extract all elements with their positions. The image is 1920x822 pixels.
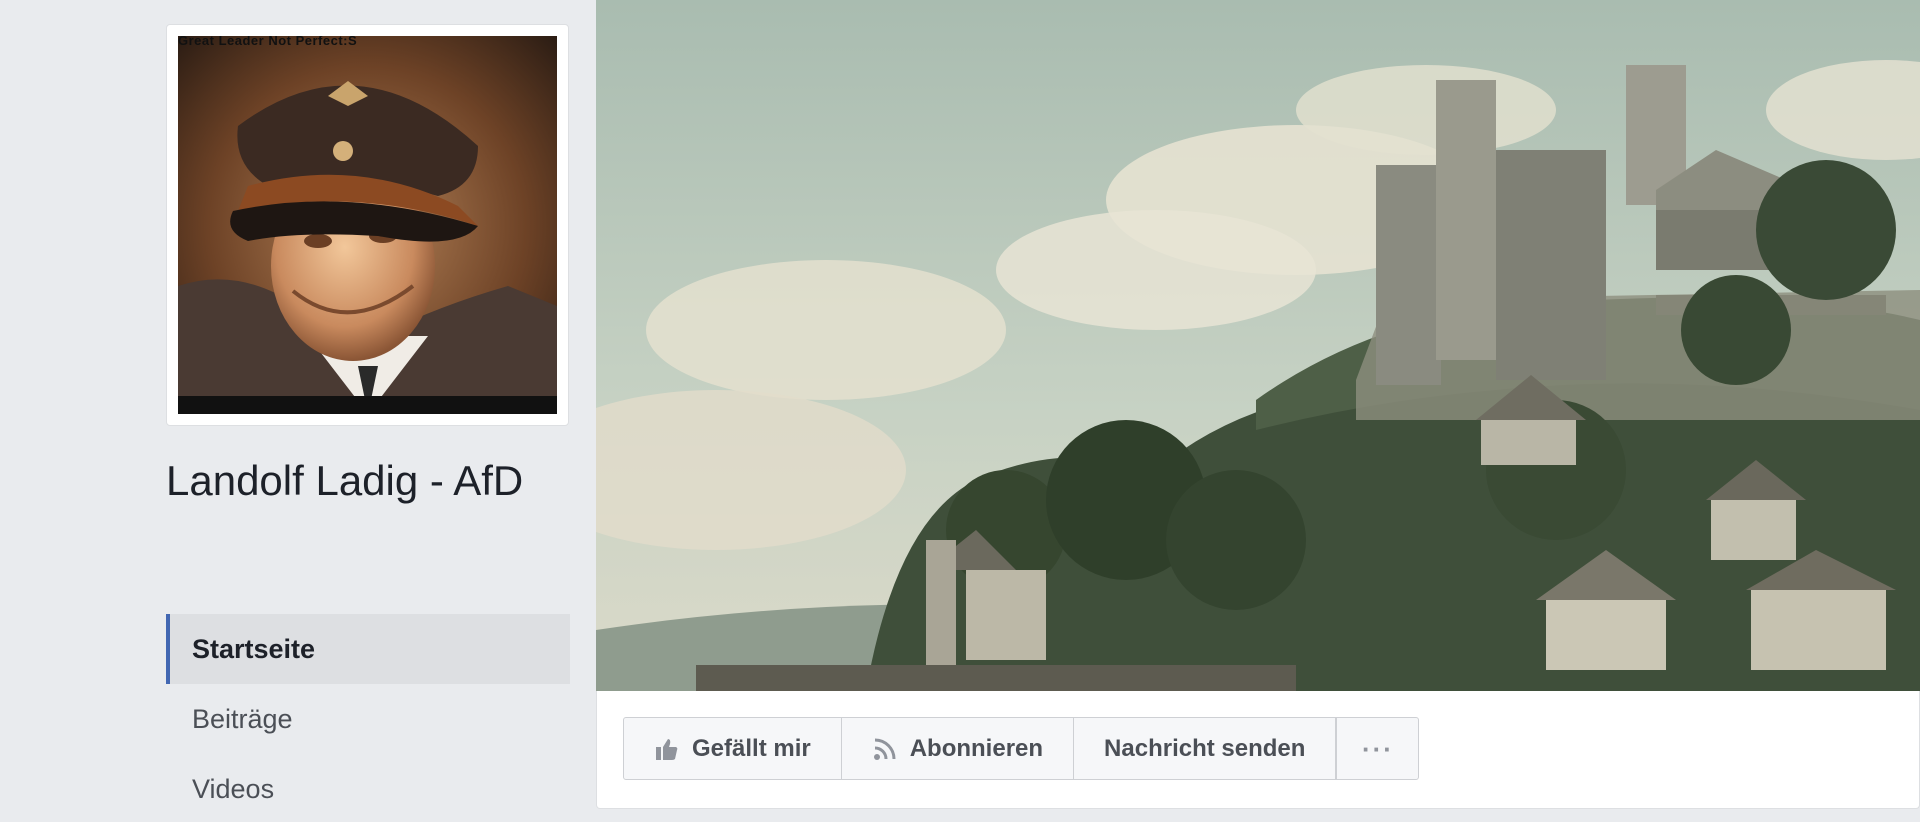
like-button[interactable]: Gefällt mir <box>623 717 842 780</box>
more-dots-icon: ··· <box>1361 733 1394 764</box>
page: Great Leader Not Perfect:S Landolf Ladig… <box>0 0 1920 822</box>
follow-button[interactable]: Abonnieren <box>840 717 1075 780</box>
rss-icon <box>872 736 898 762</box>
nav-item-videos[interactable]: Videos <box>166 754 570 822</box>
cover-castle-landscape <box>596 0 1920 691</box>
thumbs-up-icon <box>654 736 680 762</box>
profile-picture[interactable]: Great Leader Not Perfect:S <box>178 36 557 414</box>
send-message-button[interactable]: Nachricht senden <box>1073 717 1337 780</box>
page-title[interactable]: Landolf Ladig - AfD <box>166 455 570 507</box>
cover-photo[interactable] <box>596 0 1920 691</box>
like-button-label: Gefällt mir <box>692 734 811 762</box>
profile-picture-frame[interactable]: Great Leader Not Perfect:S <box>166 24 569 426</box>
page-action-bar: Gefällt mir Abonnieren Nachricht senden … <box>596 691 1920 809</box>
more-options-button[interactable]: ··· <box>1336 717 1420 780</box>
profile-portrait-art <box>178 36 557 414</box>
photo-caption-text: Great Leader Not Perfect:S <box>178 36 358 48</box>
nav-item-beitraege[interactable]: Beiträge <box>166 684 570 754</box>
send-message-button-label: Nachricht senden <box>1104 734 1306 762</box>
side-navigation: Startseite Beiträge Videos <box>166 614 570 822</box>
action-button-group: Gefällt mir Abonnieren Nachricht senden … <box>623 717 1420 780</box>
follow-button-label: Abonnieren <box>909 734 1044 762</box>
left-column: Great Leader Not Perfect:S Landolf Ladig… <box>166 0 570 822</box>
nav-item-startseite[interactable]: Startseite <box>166 614 570 684</box>
